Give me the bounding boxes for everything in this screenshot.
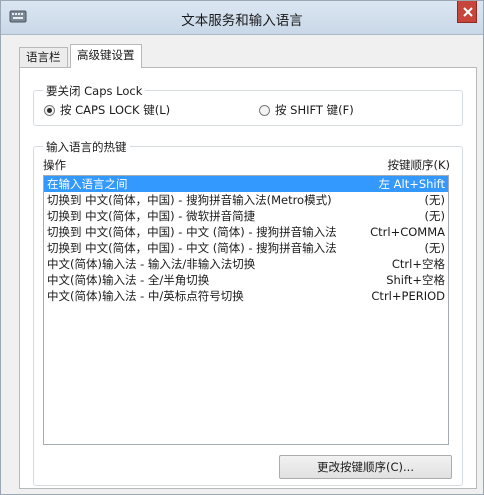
hotkey-key: (无) — [424, 193, 445, 207]
hotkey-action: 在输入语言之间 — [47, 177, 128, 191]
hotkey-key: (无) — [424, 241, 445, 255]
close-icon — [463, 7, 473, 17]
hotkey-row[interactable]: 中文(简体)输入法 - 中/英标点符号切换 Ctrl+PERIOD — [44, 288, 448, 304]
hotkey-row[interactable]: 切换到 中文(简体，中国) - 中文 (简体) - 搜狗拼音输入法 Ctrl+C… — [44, 224, 448, 240]
caps-lock-radio[interactable] — [44, 104, 55, 116]
hotkey-action: 中文(简体)输入法 - 全/半角切换 — [47, 273, 210, 287]
hotkey-row[interactable]: 在输入语言之间 左 Alt+Shift — [44, 176, 448, 192]
title-bar[interactable]: 文本服务和输入语言 — [1, 1, 483, 35]
shift-key-option[interactable]: 按 SHIFT 键(F) — [259, 102, 354, 118]
caps-lock-group-label: 要关闭 Caps Lock — [43, 83, 146, 99]
hotkey-row[interactable]: 切换到 中文(简体，中国) - 搜狗拼音输入法(Metro模式) (无) — [44, 192, 448, 208]
hotkey-row[interactable]: 切换到 中文(简体，中国) - 中文 (简体) - 搜狗拼音输入法 (无) — [44, 240, 448, 256]
hotkey-action: 切换到 中文(简体，中国) - 微软拼音简捷 — [47, 209, 256, 223]
hotkey-action: 中文(简体)输入法 - 中/英标点符号切换 — [47, 289, 244, 303]
hotkeys-group-label: 输入语言的热键 — [43, 139, 130, 155]
hotkey-action: 中文(简体)输入法 - 输入法/非输入法切换 — [47, 257, 256, 271]
caps-lock-key-option[interactable]: 按 CAPS LOCK 键(L) — [44, 102, 170, 118]
hotkey-key: Shift+空格 — [386, 273, 445, 287]
close-button[interactable] — [457, 1, 477, 23]
hotkey-key: Ctrl+空格 — [391, 257, 445, 271]
tab-panel: 要关闭 Caps Lock 按 CAPS LOCK 键(L) 按 SHIFT 键… — [19, 67, 477, 489]
hotkey-row[interactable]: 中文(简体)输入法 - 输入法/非输入法切换 Ctrl+空格 — [44, 256, 448, 272]
hotkey-key: 左 Alt+Shift — [378, 177, 445, 191]
hotkey-action: 切换到 中文(简体，中国) - 中文 (简体) - 搜狗拼音输入法 — [47, 225, 337, 239]
caps-lock-radio-label: 按 CAPS LOCK 键(L) — [60, 103, 171, 117]
tab-language-bar[interactable]: 语言栏 — [19, 47, 68, 67]
window-title: 文本服务和输入语言 — [181, 13, 303, 29]
hotkey-key: Ctrl+PERIOD — [371, 289, 445, 303]
change-key-sequence-button[interactable]: 更改按键顺序(C)... — [279, 455, 452, 479]
dialog-window: 文本服务和输入语言 语言栏 高级键设置 要关闭 Caps Lock 按 CAPS… — [0, 0, 484, 495]
hotkey-action: 切换到 中文(简体，中国) - 搜狗拼音输入法(Metro模式) — [47, 193, 332, 207]
column-header-key-sequence: 按键顺序(K) — [387, 158, 450, 172]
shift-radio-label: 按 SHIFT 键(F) — [275, 103, 354, 117]
column-header-action: 操作 — [43, 158, 66, 172]
shift-radio[interactable] — [259, 104, 270, 116]
caps-lock-group: 要关闭 Caps Lock 按 CAPS LOCK 键(L) 按 SHIFT 键… — [33, 83, 463, 126]
hotkey-action: 切换到 中文(简体，中国) - 中文 (简体) - 搜狗拼音输入法 — [47, 241, 337, 255]
hotkey-row[interactable]: 切换到 中文(简体，中国) - 微软拼音简捷 (无) — [44, 208, 448, 224]
hotkey-row[interactable]: 中文(简体)输入法 - 全/半角切换 Shift+空格 — [44, 272, 448, 288]
hotkey-list[interactable]: 在输入语言之间 左 Alt+Shift 切换到 中文(简体，中国) - 搜狗拼音… — [43, 175, 449, 445]
hotkeys-group: 输入语言的热键 操作 按键顺序(K) 在输入语言之间 左 Alt+Shift 切… — [33, 139, 463, 486]
tab-advanced-key-settings[interactable]: 高级键设置 — [70, 44, 142, 68]
hotkey-key: (无) — [424, 209, 445, 223]
hotkey-key: Ctrl+COMMA — [370, 225, 445, 239]
